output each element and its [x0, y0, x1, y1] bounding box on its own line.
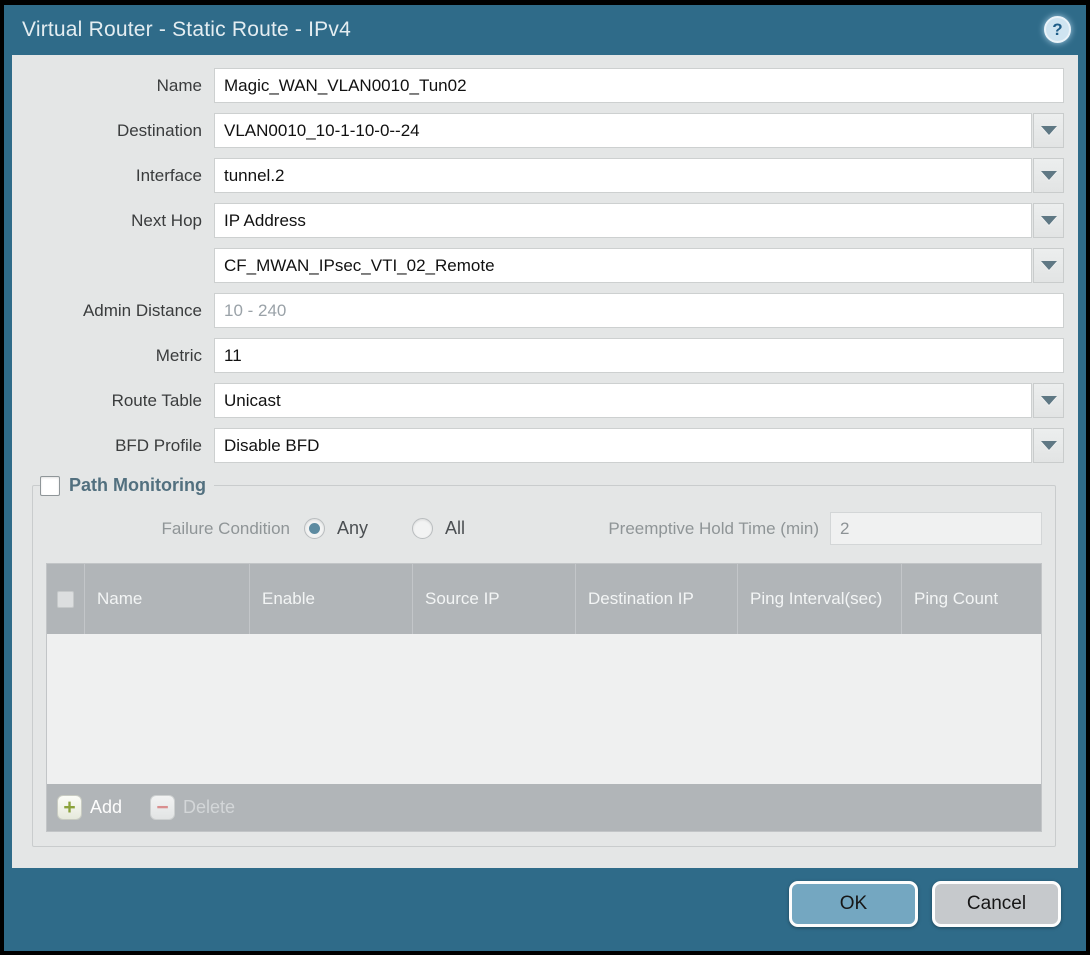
name-row: Name [24, 68, 1064, 103]
failure-condition-label: Failure Condition [46, 519, 304, 539]
metric-row: Metric [24, 338, 1064, 373]
metric-label: Metric [24, 346, 214, 366]
plus-icon: + [57, 795, 82, 820]
bfd-profile-label: BFD Profile [24, 436, 214, 456]
interface-row: Interface [24, 158, 1064, 193]
route-table-input[interactable] [214, 383, 1032, 418]
path-monitoring-table: Name Enable Source IP Destination IP Pin… [46, 563, 1042, 832]
table-header-checkbox-cell [47, 564, 85, 634]
admin-distance-input[interactable] [214, 293, 1064, 328]
radio-dot-icon [309, 523, 320, 534]
bfd-profile-dropdown-button[interactable] [1033, 428, 1064, 463]
destination-row: Destination [24, 113, 1064, 148]
column-header-ping-count: Ping Count [902, 564, 1041, 634]
column-header-source-ip: Source IP [413, 564, 576, 634]
interface-input[interactable] [214, 158, 1032, 193]
title-bar: Virtual Router - Static Route - IPv4 ? [4, 5, 1086, 55]
interface-dropdown-button[interactable] [1033, 158, 1064, 193]
minus-icon: − [150, 795, 175, 820]
chevron-down-icon [1041, 396, 1057, 405]
dialog-body: Name Destination Interface [12, 55, 1078, 868]
failure-condition-all-label: All [445, 518, 465, 539]
table-body-empty [47, 634, 1041, 784]
preemptive-hold-time-label: Preemptive Hold Time (min) [608, 519, 830, 539]
delete-button: − Delete [150, 795, 235, 820]
table-header: Name Enable Source IP Destination IP Pin… [47, 564, 1041, 634]
path-monitoring-title: Path Monitoring [69, 475, 206, 496]
next-hop-address-input[interactable] [214, 248, 1032, 283]
next-hop-type-dropdown-button[interactable] [1033, 203, 1064, 238]
path-monitoring-legend: Path Monitoring [40, 475, 214, 496]
chevron-down-icon [1041, 126, 1057, 135]
destination-label: Destination [24, 121, 214, 141]
failure-condition-all-radio[interactable] [412, 518, 433, 539]
bfd-profile-input[interactable] [214, 428, 1032, 463]
dialog-footer: OK Cancel [4, 868, 1086, 951]
name-label: Name [24, 76, 214, 96]
destination-dropdown-button[interactable] [1033, 113, 1064, 148]
destination-input[interactable] [214, 113, 1032, 148]
chevron-down-icon [1041, 441, 1057, 450]
next-hop-address-row [24, 248, 1064, 283]
next-hop-row: Next Hop [24, 203, 1064, 238]
column-header-ping-interval: Ping Interval(sec) [738, 564, 902, 634]
delete-button-label: Delete [183, 797, 235, 818]
page-title: Virtual Router - Static Route - IPv4 [22, 18, 351, 42]
path-monitoring-options-row: Failure Condition Any All Preemptive Hol… [46, 512, 1042, 545]
ok-button[interactable]: OK [789, 881, 918, 927]
help-icon[interactable]: ? [1044, 16, 1071, 43]
interface-label: Interface [24, 166, 214, 186]
static-route-dialog: Virtual Router - Static Route - IPv4 ? N… [4, 5, 1086, 951]
failure-condition-any-label: Any [337, 518, 368, 539]
column-header-destination-ip: Destination IP [576, 564, 738, 634]
admin-distance-row: Admin Distance [24, 293, 1064, 328]
failure-condition-any-radio[interactable] [304, 518, 325, 539]
cancel-button[interactable]: Cancel [932, 881, 1061, 927]
next-hop-type-input[interactable] [214, 203, 1032, 238]
chevron-down-icon [1041, 216, 1057, 225]
admin-distance-label: Admin Distance [24, 301, 214, 321]
next-hop-address-dropdown-button[interactable] [1033, 248, 1064, 283]
column-header-name: Name [85, 564, 250, 634]
route-table-row: Route Table [24, 383, 1064, 418]
chevron-down-icon [1041, 261, 1057, 270]
add-button[interactable]: + Add [57, 795, 122, 820]
name-input[interactable] [214, 68, 1064, 103]
table-toolbar: + Add − Delete [47, 784, 1041, 831]
path-monitoring-checkbox[interactable] [40, 476, 60, 496]
preemptive-hold-time-input [830, 512, 1042, 545]
route-table-dropdown-button[interactable] [1033, 383, 1064, 418]
failure-condition-radio-group: Any All [304, 518, 465, 539]
route-table-label: Route Table [24, 391, 214, 411]
select-all-checkbox[interactable] [57, 591, 74, 608]
column-header-enable: Enable [250, 564, 413, 634]
add-button-label: Add [90, 797, 122, 818]
chevron-down-icon [1041, 171, 1057, 180]
path-monitoring-section: Path Monitoring Failure Condition Any Al… [32, 475, 1056, 847]
next-hop-label: Next Hop [24, 211, 214, 231]
bfd-profile-row: BFD Profile [24, 428, 1064, 463]
metric-input[interactable] [214, 338, 1064, 373]
